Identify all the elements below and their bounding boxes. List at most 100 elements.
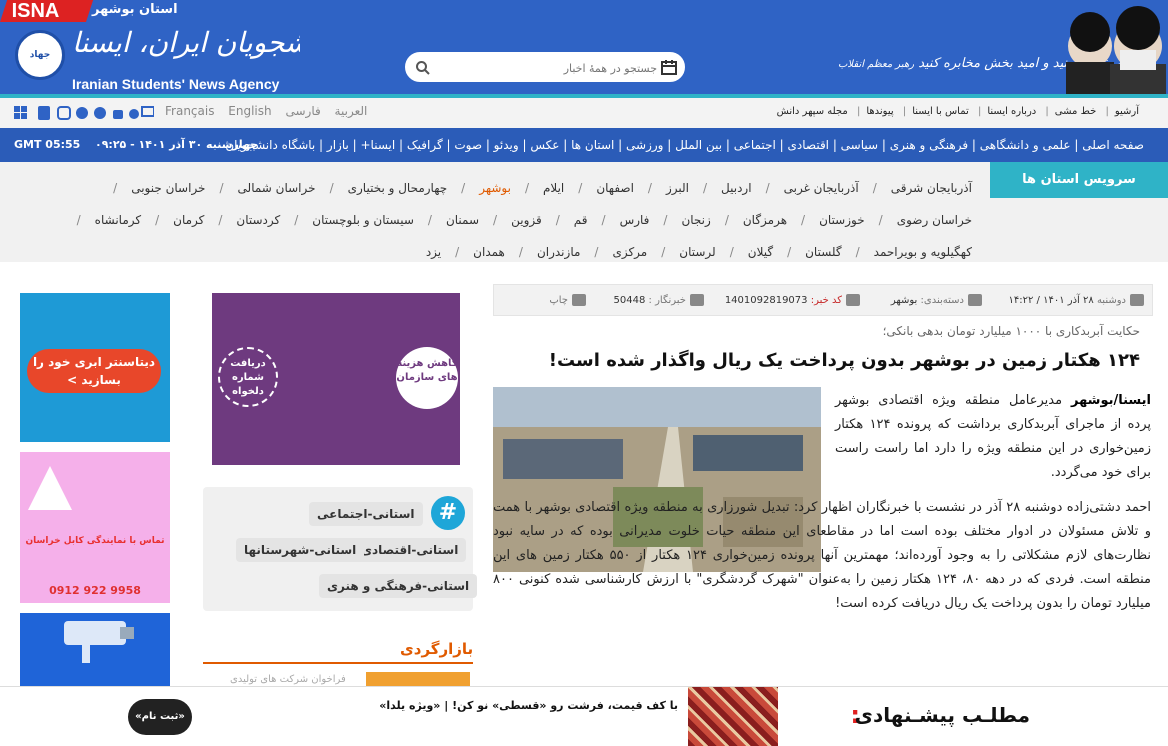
register-button[interactable]: «ثبت نام» bbox=[128, 699, 192, 735]
folder-icon bbox=[968, 294, 982, 306]
microphone-icon bbox=[690, 294, 704, 306]
province-separator: / bbox=[427, 213, 432, 227]
telegram-icon[interactable] bbox=[94, 107, 106, 119]
carpet-image[interactable] bbox=[688, 687, 778, 746]
link-magazine[interactable]: مجله سپهر دانش bbox=[777, 106, 848, 117]
link-links[interactable]: پیوندها bbox=[866, 106, 893, 117]
province-item[interactable]: ایلام bbox=[543, 172, 564, 204]
meta-category[interactable]: بوشهر bbox=[891, 295, 917, 306]
province-item[interactable]: سیستان و بلوچستان bbox=[312, 204, 414, 236]
jahad-logo[interactable]: جهاد bbox=[15, 30, 65, 80]
province-item[interactable]: کهگیلویه و بویراحمد bbox=[874, 236, 972, 268]
province-item[interactable]: هرمزگان bbox=[743, 204, 787, 236]
windows-icon[interactable] bbox=[14, 106, 27, 119]
province-item[interactable]: اردبیل bbox=[721, 172, 752, 204]
province-separator: / bbox=[724, 213, 729, 227]
apple-icon[interactable] bbox=[129, 109, 139, 119]
province-item[interactable]: قم bbox=[574, 204, 588, 236]
calendar-icon[interactable] bbox=[661, 59, 677, 75]
link-about[interactable]: درباره ایسنا bbox=[987, 106, 1036, 117]
province-item[interactable]: گیلان bbox=[748, 236, 773, 268]
site-logo-persian[interactable]: خبرگزاری دانشجویان ایران، ایسنا bbox=[72, 18, 300, 68]
province-item[interactable]: مرکزی bbox=[612, 236, 647, 268]
main-nav-items[interactable]: صفحه اصلی | علمی و دانشگاهی | فرهنگی و ه… bbox=[225, 138, 1144, 152]
province-item[interactable]: البرز bbox=[666, 172, 689, 204]
cable-khorasan-ad[interactable]: تماس با نمایندگی کابل خراسان 0912 922 99… bbox=[20, 452, 170, 603]
tag-social[interactable]: استانی-اجتماعی bbox=[309, 502, 423, 526]
link-policy[interactable]: خط مشی bbox=[1055, 106, 1096, 117]
province-item[interactable]: خراسان شمالی bbox=[238, 172, 316, 204]
article-paragraph-1: ایسنا/بوشهر مدیرعامل منطقه ویژه اقتصادی … bbox=[835, 389, 1151, 485]
android-icon[interactable] bbox=[113, 110, 123, 119]
article-source: ایسنا/بوشهر bbox=[1071, 393, 1151, 408]
print-button[interactable]: چاپ bbox=[549, 294, 586, 306]
province-separator: / bbox=[765, 181, 770, 195]
meta-code-label: کد خبر: bbox=[810, 295, 842, 306]
ad1-cta: < بسازید bbox=[67, 373, 121, 387]
link-contact[interactable]: تماس با ایسنا bbox=[912, 106, 969, 117]
province-item[interactable]: چهارمحال و بختیاری bbox=[348, 172, 448, 204]
province-item[interactable]: خراسان جنوبی bbox=[131, 172, 205, 204]
search-box[interactable] bbox=[405, 52, 685, 82]
meta-day: دوشنبه bbox=[1096, 295, 1126, 306]
meta-reporter: 50448 bbox=[613, 295, 646, 306]
province-item[interactable]: بوشهر bbox=[479, 172, 511, 204]
purple-ad[interactable]: دریافت شماره دلخواه کاهش هزینه های سازما… bbox=[212, 293, 460, 465]
province-item[interactable]: قزوین bbox=[511, 204, 542, 236]
bazar-title[interactable]: بازارگردی bbox=[400, 640, 473, 658]
province-separator: / bbox=[661, 245, 666, 259]
recommended-text[interactable]: با کف قیمت، فرشت رو «قسطی» نو کن! | «ویژ… bbox=[379, 699, 678, 712]
province-item[interactable]: یزد bbox=[426, 236, 441, 268]
hashtag-icon: # bbox=[431, 496, 465, 530]
link-archive[interactable]: آرشیو bbox=[1115, 106, 1139, 117]
article-meta: دوشنبه ۲۸ آذر ۱۴۰۱ / ۱۴:۲۲ دسته‌بندی: بو… bbox=[493, 284, 1153, 316]
ad2-text: تماس با نمایندگی کابل خراسان bbox=[25, 536, 165, 546]
province-separator: / bbox=[801, 213, 806, 227]
print-icon bbox=[572, 294, 586, 306]
bazar-divider bbox=[203, 662, 473, 664]
ad1-button[interactable]: دیتاسنتر ابری خود را < بسازید bbox=[27, 349, 161, 393]
twitter-icon[interactable] bbox=[76, 107, 88, 119]
meta-category-label: دسته‌بندی: bbox=[920, 295, 964, 306]
bazar-item[interactable]: فراخوان شرکت های تولیدی bbox=[230, 674, 346, 685]
instagram-icon[interactable] bbox=[57, 106, 71, 120]
province-separator: / bbox=[555, 213, 560, 227]
lang-arabic[interactable]: العربية bbox=[335, 104, 368, 118]
camera-ad[interactable] bbox=[20, 613, 170, 693]
facebook-icon[interactable] bbox=[38, 106, 50, 120]
tag-economic[interactable]: استانی-اقتصادی bbox=[353, 538, 467, 562]
province-item[interactable]: سمنان bbox=[446, 204, 479, 236]
province-item[interactable]: خراسان رضوی bbox=[897, 204, 972, 236]
province-item[interactable]: کرمانشاه bbox=[95, 204, 141, 236]
province-item[interactable]: فارس bbox=[620, 204, 650, 236]
article-headline: ۱۲۴ هکتار زمین در بوشهر بدون پرداخت یک ر… bbox=[548, 350, 1140, 371]
article-lead: حکایت آبربدکاری با ۱۰۰۰ میلیارد تومان بد… bbox=[882, 324, 1140, 338]
site-logo-english[interactable]: Iranian Students' News Agency bbox=[72, 76, 279, 92]
lang-farsi[interactable]: فارسی bbox=[285, 104, 320, 118]
tag-culture[interactable]: استانی-فرهنگی و هنری bbox=[319, 574, 478, 598]
province-item[interactable]: کرمان bbox=[173, 204, 204, 236]
province-item[interactable]: زنجان bbox=[681, 204, 710, 236]
province-item[interactable]: همدان bbox=[473, 236, 505, 268]
province-separator: / bbox=[294, 213, 299, 227]
search-icon[interactable] bbox=[415, 60, 431, 76]
tag-cities[interactable]: استانی-شهرستانها bbox=[236, 538, 365, 562]
search-input[interactable] bbox=[437, 58, 657, 78]
recommended-bar: «ثبت نام» با کف قیمت، فرشت رو «قسطی» نو … bbox=[0, 686, 1168, 746]
desktop-icon[interactable] bbox=[141, 106, 154, 117]
ad1-text: دیتاسنتر ابری خود را bbox=[32, 355, 156, 369]
meta-code: 1401092819073 bbox=[724, 295, 808, 306]
lang-english[interactable]: English bbox=[228, 104, 271, 118]
province-item[interactable]: آذربایجان شرقی bbox=[891, 172, 972, 204]
province-item[interactable]: لرستان bbox=[679, 236, 715, 268]
province-item[interactable]: اصفهان bbox=[596, 172, 634, 204]
province-item[interactable]: خوزستان bbox=[819, 204, 865, 236]
province-separator: / bbox=[113, 181, 118, 195]
province-item[interactable]: گلستان bbox=[805, 236, 841, 268]
lang-french[interactable]: Français bbox=[165, 104, 214, 118]
province-item[interactable]: آذربایجان غربی bbox=[784, 172, 859, 204]
cloud-datacenter-ad[interactable]: دیتاسنتر ابری خود را < بسازید bbox=[20, 293, 170, 442]
province-separator: / bbox=[855, 245, 860, 259]
province-item[interactable]: مازندران bbox=[537, 236, 580, 268]
province-item[interactable]: کردستان bbox=[236, 204, 280, 236]
